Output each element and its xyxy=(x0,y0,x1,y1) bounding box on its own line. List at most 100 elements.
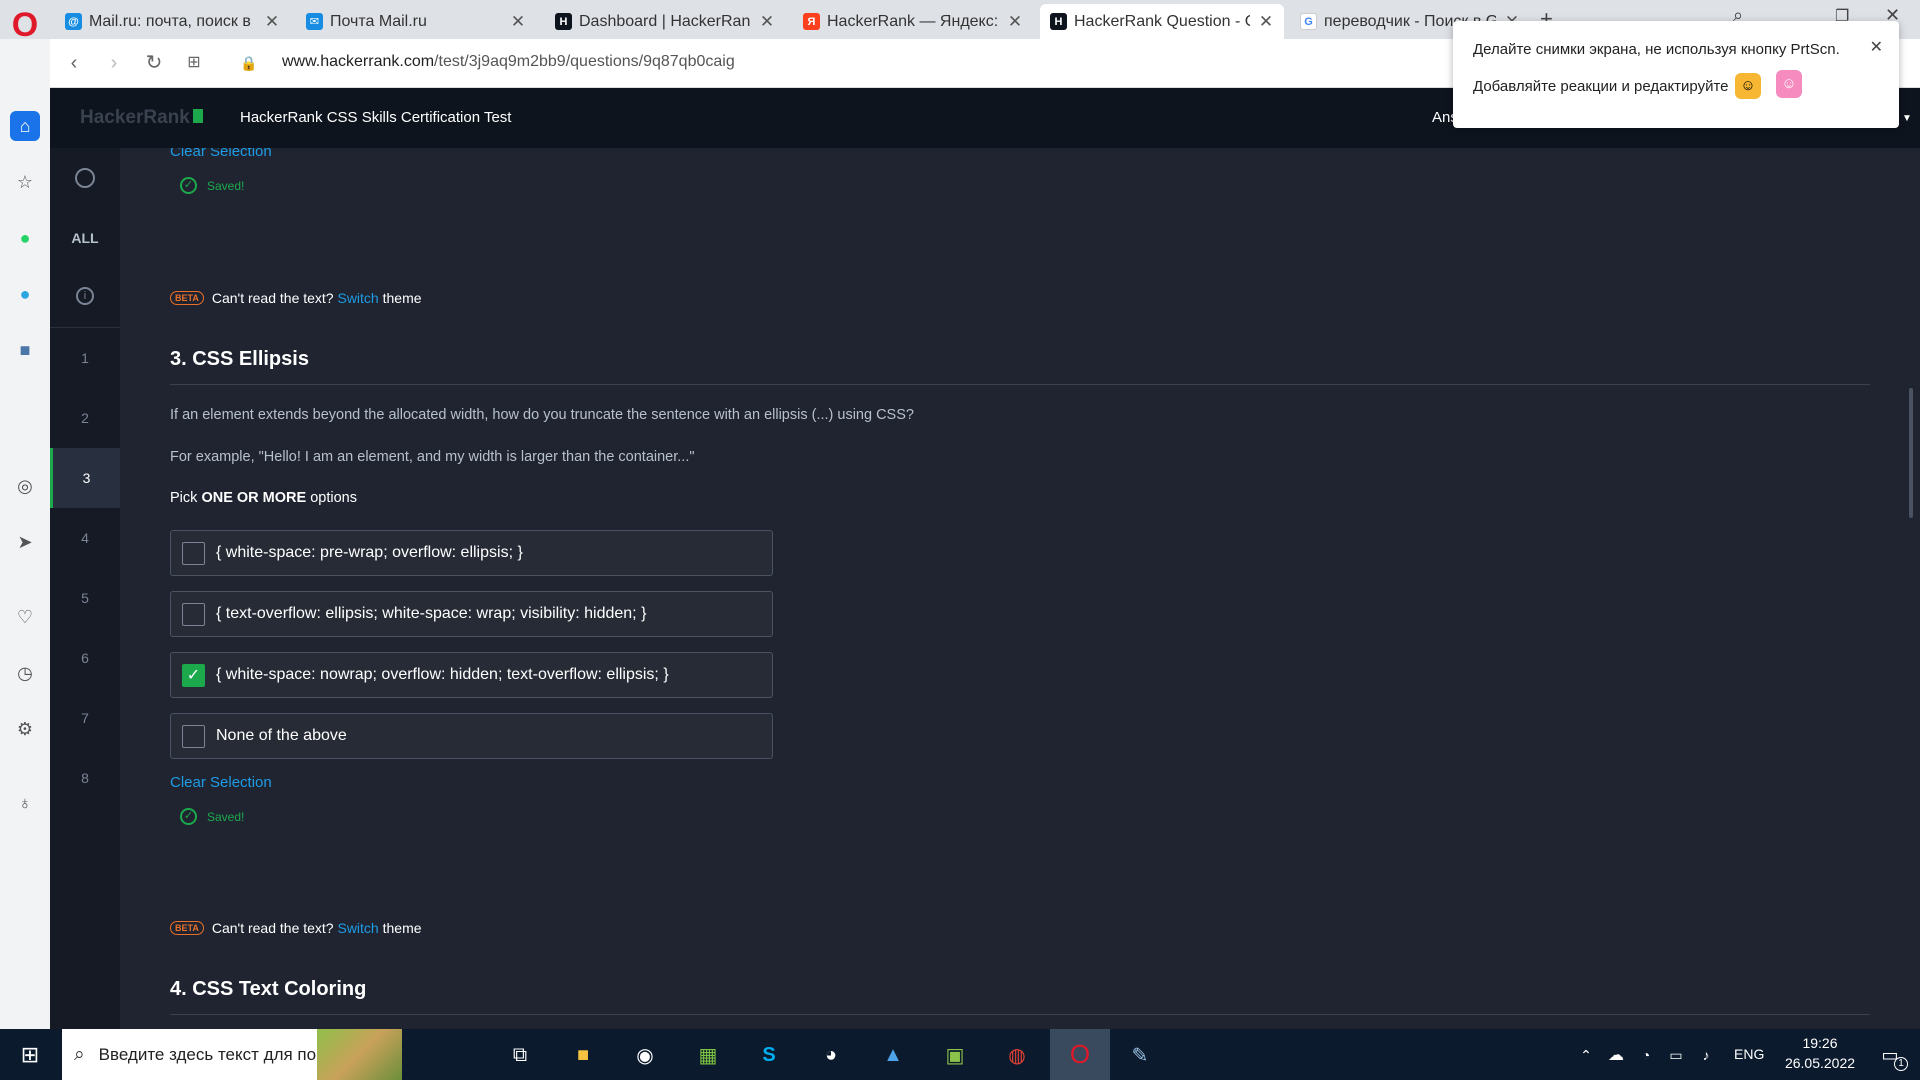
checkbox-checked[interactable]: ✓ xyxy=(182,663,205,687)
hackerrank-icon: H xyxy=(1050,13,1067,30)
clear-selection-link[interactable]: Clear Selection xyxy=(170,148,272,160)
scrollbar[interactable] xyxy=(1902,148,1920,1029)
tab-dashboard[interactable]: H Dashboard | HackerRank ✕ xyxy=(545,4,785,39)
history-icon[interactable]: ◷ xyxy=(10,658,40,688)
title-divider xyxy=(170,384,1870,385)
logo-square-icon xyxy=(192,109,203,123)
hackerrank-icon: H xyxy=(555,13,572,30)
url-field[interactable]: www.hackerrank.com/test/3j9aq9m2bb9/ques… xyxy=(282,53,735,71)
notification-count: 1 xyxy=(1894,1057,1908,1071)
taskbar-search[interactable]: ⌕ Введите здесь текст для поиска xyxy=(62,1029,402,1080)
search-highlight-image xyxy=(317,1029,402,1080)
scrollbar-thumb[interactable] xyxy=(1909,388,1913,518)
tabs-overview-icon[interactable]: ⊞ xyxy=(180,49,208,77)
photos-icon[interactable]: ▲ xyxy=(875,1037,911,1073)
lightbulb-icon[interactable]: ♁ xyxy=(10,788,40,818)
chrome-icon[interactable]: ◍ xyxy=(999,1037,1035,1073)
mail-icon: ✉ xyxy=(306,13,323,30)
nav-question-4[interactable]: 4 xyxy=(50,508,120,568)
tab-hackerrank-question[interactable]: HHackerRank Question - CSS✕ xyxy=(1040,4,1284,39)
question-content: Clear Selection ✓ Saved! BETA Can't read … xyxy=(130,148,1902,1029)
hackerrank-logo[interactable]: HackerRank xyxy=(80,107,203,129)
info-icon[interactable]: i xyxy=(50,266,120,326)
nav-question-3[interactable]: 3 xyxy=(50,448,120,508)
toast-line-2: Добавляйте реакции и редактируйте xyxy=(1473,78,1729,95)
clock-time: 19:26 xyxy=(1802,1035,1838,1051)
forward-icon[interactable]: › xyxy=(100,49,128,77)
checkbox[interactable] xyxy=(182,724,205,748)
reload-icon[interactable]: ↻ xyxy=(140,49,168,77)
dropdown-caret-icon[interactable]: ▼ xyxy=(1902,113,1912,124)
google-icon: G xyxy=(1300,13,1317,30)
close-icon[interactable]: ✕ xyxy=(510,12,526,32)
lock-icon[interactable]: 🔒 xyxy=(235,49,263,77)
nav-question-6[interactable]: 6 xyxy=(50,628,120,688)
home-icon[interactable]: ⌂ xyxy=(10,111,40,141)
nav-question-5[interactable]: 5 xyxy=(50,568,120,628)
send-icon[interactable]: ➤ xyxy=(10,527,40,557)
app-icon[interactable]: ◕ xyxy=(813,1037,849,1073)
nav-question-1[interactable]: 1 xyxy=(50,328,120,388)
whatsapp-icon[interactable]: ● xyxy=(10,223,40,253)
check-circle-icon: ✓ xyxy=(180,808,197,825)
sticker-icon[interactable]: ☺ xyxy=(1776,70,1802,98)
opera-logo-icon[interactable]: O xyxy=(9,8,41,42)
question-title: 3. CSS Ellipsis xyxy=(170,348,309,370)
option-2[interactable]: { text-overflow: ellipsis; white-space: … xyxy=(170,591,773,637)
nav-question-8[interactable]: 8 xyxy=(50,748,120,808)
beta-badge: BETA xyxy=(170,921,204,935)
clear-selection-link[interactable]: Clear Selection xyxy=(170,774,272,791)
question-text: If an element extends beyond the allocat… xyxy=(170,407,914,423)
paint-icon[interactable]: ✎ xyxy=(1122,1037,1158,1073)
switch-theme-link[interactable]: Switch xyxy=(337,290,378,306)
emoji-icon[interactable]: ☺ xyxy=(1735,73,1761,99)
skype-icon[interactable]: S xyxy=(751,1037,787,1073)
saved-indicator: ✓ Saved! xyxy=(180,177,244,194)
player-icon[interactable]: ◎ xyxy=(10,471,40,501)
language-indicator[interactable]: ENG xyxy=(1734,1046,1764,1062)
search-icon: ⌕ xyxy=(74,1043,85,1065)
opera-taskbar-icon[interactable]: O xyxy=(1050,1029,1110,1080)
close-icon[interactable]: ✕ xyxy=(264,12,280,32)
option-3[interactable]: ✓{ white-space: nowrap; overflow: hidden… xyxy=(170,652,773,698)
heart-icon[interactable]: ♡ xyxy=(10,602,40,632)
spreadsheet-app-icon[interactable]: ▦ xyxy=(690,1037,726,1073)
close-icon[interactable]: ✕ xyxy=(759,12,775,32)
nav-all[interactable]: ALL xyxy=(50,208,120,268)
back-icon[interactable]: ‹ xyxy=(60,49,88,77)
tab-yandex[interactable]: ЯHackerRank — Яндекс: нашлось✕ xyxy=(793,4,1033,39)
nav-question-2[interactable]: 2 xyxy=(50,388,120,448)
clock-date: 26.05.2022 xyxy=(1784,1055,1856,1071)
clock[interactable]: 19:26 26.05.2022 xyxy=(1780,1035,1860,1071)
switch-theme-link[interactable]: Switch xyxy=(337,920,378,936)
task-view-icon[interactable]: ⧉ xyxy=(502,1037,538,1073)
option-1[interactable]: { white-space: pre-wrap; overflow: ellip… xyxy=(170,530,773,576)
image-viewer-icon[interactable]: ▣ xyxy=(937,1037,973,1073)
nav-question-7[interactable]: 7 xyxy=(50,688,120,748)
option-4[interactable]: None of the above xyxy=(170,713,773,759)
checkbox[interactable] xyxy=(182,541,205,565)
check-circle-icon: ✓ xyxy=(180,177,197,194)
tab-mailru[interactable]: @Mail.ru: почта, поиск в интернете✕ xyxy=(55,4,290,39)
lock-app-icon[interactable]: ◉ xyxy=(627,1037,663,1073)
beta-badge: BETA xyxy=(170,291,204,305)
telegram-icon[interactable]: ● xyxy=(10,279,40,309)
tab-mail[interactable]: ✉ Почта Mail.ru ✕ xyxy=(296,4,536,39)
close-icon[interactable]: ✕ xyxy=(1870,37,1883,57)
yandex-icon: Я xyxy=(803,13,820,30)
windows-start-icon[interactable]: ⊞ xyxy=(12,1037,48,1073)
file-explorer-icon[interactable]: ■ xyxy=(565,1037,601,1073)
volume-icon[interactable]: ♪ xyxy=(1688,1037,1724,1073)
star-icon[interactable]: ☆ xyxy=(10,167,40,197)
compass-icon[interactable] xyxy=(50,148,120,208)
settings-gear-icon[interactable]: ⚙ xyxy=(10,714,40,744)
windows-taskbar: ⊞ ⌕ Введите здесь текст для поиска ⧉ ■ ◉… xyxy=(0,1029,1920,1080)
question-example: For example, "Hello! I am an element, an… xyxy=(170,449,695,465)
beta-theme-notice: BETA Can't read the text? Switch theme xyxy=(170,920,422,936)
vk-icon[interactable]: ■ xyxy=(10,335,40,365)
title-divider xyxy=(170,1014,1870,1015)
checkbox[interactable] xyxy=(182,602,205,626)
screenshot-toast: Делайте снимки экрана, не используя кноп… xyxy=(1453,21,1899,128)
close-icon[interactable]: ✕ xyxy=(1258,12,1274,32)
close-icon[interactable]: ✕ xyxy=(1007,12,1023,32)
